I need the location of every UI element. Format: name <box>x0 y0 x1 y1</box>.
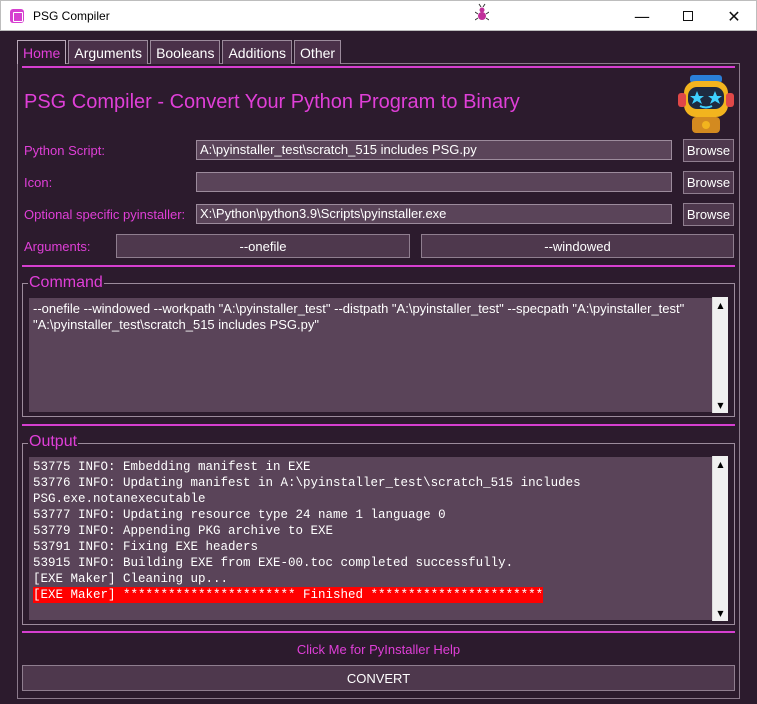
windowed-button[interactable]: --windowed <box>421 234 734 258</box>
python-script-field[interactable]: A:\pyinstaller_test\scratch_515 includes… <box>196 140 672 160</box>
output-title: Output <box>28 433 79 451</box>
icon-browse-button[interactable]: Browse <box>683 171 734 194</box>
output-line: PSG.exe.notanexecutable <box>33 492 206 506</box>
tab-bar: Home Arguments Booleans Additions Other <box>17 40 343 64</box>
pyinstaller-help-link[interactable]: Click Me for PyInstaller Help <box>0 642 757 657</box>
output-line: 53775 INFO: Embedding manifest in EXE <box>33 460 311 474</box>
tab-other[interactable]: Other <box>294 40 342 64</box>
arguments-label: Arguments: <box>24 239 91 254</box>
pyinstaller-browse-button[interactable]: Browse <box>683 203 734 226</box>
scroll-up-icon[interactable]: ▲ <box>713 297 728 313</box>
output-line: 53915 INFO: Building EXE from EXE-00.toc… <box>33 556 514 570</box>
python-script-label: Python Script: <box>24 143 105 158</box>
scroll-down-icon[interactable]: ▼ <box>713 397 728 413</box>
command-scrollbar[interactable]: ▲ ▼ <box>712 297 728 413</box>
scroll-down-icon[interactable]: ▼ <box>713 605 728 621</box>
scroll-up-icon[interactable]: ▲ <box>713 456 728 472</box>
separator-command <box>22 424 735 426</box>
close-button[interactable]: ✕ <box>711 1 757 31</box>
pyinstaller-field[interactable]: X:\Python\python3.9\Scripts\pyinstaller.… <box>196 204 672 224</box>
output-line: [EXE Maker] Cleaning up... <box>33 572 229 586</box>
minimize-button[interactable]: — <box>619 1 665 31</box>
output-line: 53791 INFO: Fixing EXE headers <box>33 540 259 554</box>
icon-label: Icon: <box>24 175 53 190</box>
tab-additions[interactable]: Additions <box>222 40 293 64</box>
convert-button[interactable]: CONVERT <box>22 665 735 691</box>
maximize-button[interactable] <box>665 1 711 31</box>
command-textarea[interactable]: --onefile --windowed --workpath "A:\pyin… <box>28 297 728 413</box>
icon-field[interactable] <box>196 172 672 192</box>
output-console[interactable]: 53775 INFO: Embedding manifest in EXE 53… <box>28 456 728 621</box>
output-line: 53777 INFO: Updating resource type 24 na… <box>33 508 446 522</box>
page-title: PSG Compiler - Convert Your Python Progr… <box>24 91 520 113</box>
command-title: Command <box>28 274 104 292</box>
output-line: 53776 INFO: Updating manifest in A:\pyin… <box>33 476 581 490</box>
separator-args <box>22 265 735 267</box>
output-scrollbar[interactable]: ▲ ▼ <box>712 456 728 621</box>
output-line: 53779 INFO: Appending PKG archive to EXE <box>33 524 334 538</box>
tab-arguments[interactable]: Arguments <box>68 40 149 64</box>
onefile-button[interactable]: --onefile <box>116 234 410 258</box>
python-script-browse-button[interactable]: Browse <box>683 139 734 162</box>
output-line-finished: [EXE Maker] *********************** Fini… <box>33 587 544 603</box>
bug-icon <box>475 3 489 21</box>
title-bar: PSG Compiler — ✕ <box>0 0 757 31</box>
tab-home[interactable]: Home <box>17 40 67 64</box>
tab-booleans[interactable]: Booleans <box>150 40 221 64</box>
window-title: PSG Compiler <box>33 8 110 23</box>
pyinstaller-label: Optional specific pyinstaller: <box>24 207 186 222</box>
separator-top <box>22 66 735 68</box>
maximize-icon <box>683 11 693 21</box>
app-icon <box>10 8 24 23</box>
robot-logo-icon <box>678 75 734 133</box>
separator-output <box>22 631 735 633</box>
